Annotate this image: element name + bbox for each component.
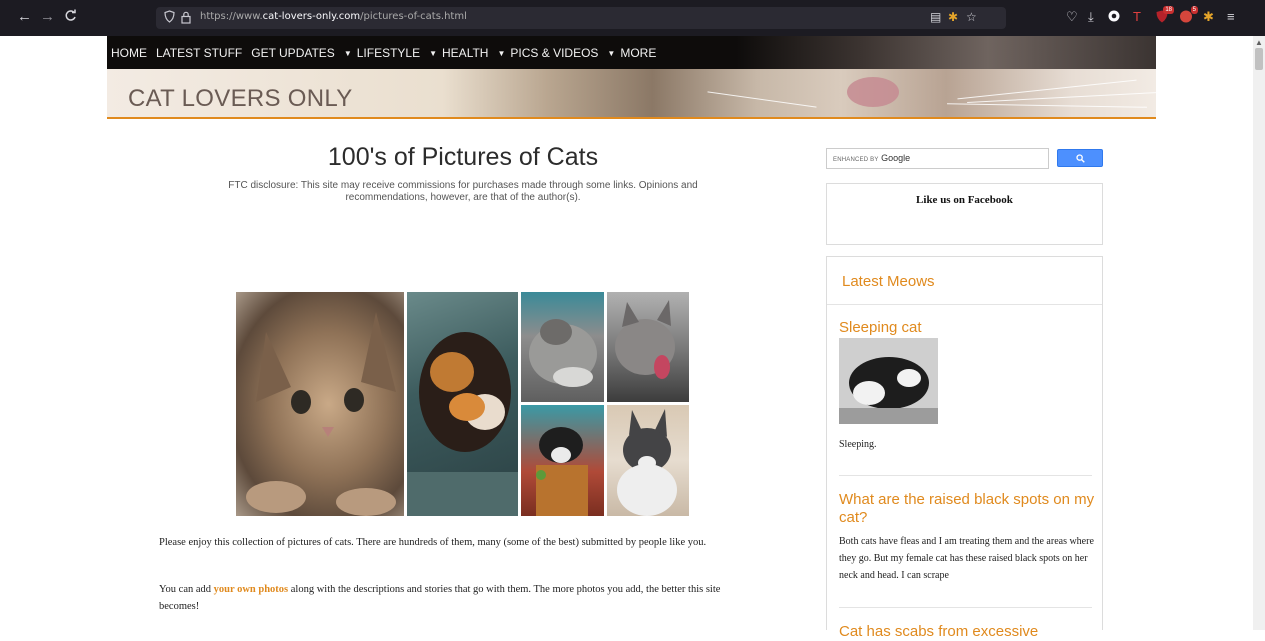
banner-cat-nose: [847, 77, 899, 107]
site-header-banner: CAT LOVERS ONLY: [107, 69, 1156, 119]
caret-down-icon: ▼: [343, 49, 352, 58]
search-button[interactable]: [1057, 149, 1103, 167]
browser-toolbar: ← → https://www.cat-lovers-only.com/pict…: [0, 0, 1265, 36]
add-photos-paragraph: You can add your own photos along with t…: [159, 584, 721, 612]
divider: [839, 607, 1092, 608]
latest-meows-heading: Latest Meows: [842, 273, 935, 290]
post-excerpt-sleeping-cat: Sleeping.: [839, 439, 877, 450]
download-icon[interactable]: ⤓: [1088, 10, 1094, 24]
tracking-shield-icon[interactable]: [164, 10, 175, 26]
nav-background-image: [736, 36, 1156, 69]
post-title-raised-black-spots[interactable]: What are the raised black spots on my ca…: [839, 491, 1097, 527]
text-extension-icon[interactable]: T: [1133, 10, 1141, 24]
nav-lifestyle[interactable]: ▼ LIFESTYLE: [344, 46, 420, 60]
post-title-sleeping-cat[interactable]: Sleeping cat: [839, 319, 1097, 337]
cat-photo-grey-fluffy[interactable]: [521, 292, 604, 402]
scroll-up-icon[interactable]: ▲: [1255, 38, 1263, 47]
banner-whisker: [957, 79, 1137, 100]
ublock-icon[interactable]: 18: [1156, 6, 1174, 26]
cat-photo-collage[interactable]: [236, 292, 689, 516]
facebook-like-label[interactable]: Like us on Facebook: [827, 194, 1102, 206]
pocket-icon[interactable]: ♡: [1066, 10, 1078, 24]
banner-whisker: [947, 103, 1147, 108]
ftc-disclosure: FTC disclosure: This site may receive co…: [228, 180, 698, 203]
extension-icon[interactable]: ✱: [948, 10, 958, 24]
menu-icon[interactable]: ≡: [1227, 10, 1235, 24]
reload-button[interactable]: [64, 9, 77, 26]
nav-more[interactable]: ▼ MORE: [607, 46, 656, 60]
latest-meows-panel: Latest Meows Sleeping cat Sleeping. What…: [826, 256, 1103, 640]
caret-down-icon: ▼: [497, 49, 506, 58]
post-title-scabs[interactable]: Cat has scabs from excessive: [839, 623, 1097, 641]
adblock-icon[interactable]: 5: [1180, 6, 1198, 26]
account-icon[interactable]: [1108, 10, 1120, 25]
cat-photo-grey-white[interactable]: [607, 405, 689, 516]
reload-icon: [65, 9, 76, 21]
nav-latest-stuff[interactable]: LATEST STUFF: [156, 46, 242, 60]
divider: [839, 475, 1092, 476]
facebook-widget: Like us on Facebook: [826, 183, 1103, 245]
your-own-photos-link[interactable]: your own photos: [214, 584, 289, 595]
nav-get-updates[interactable]: GET UPDATES: [251, 46, 335, 60]
page-title: 100's of Pictures of Cats: [327, 143, 599, 171]
nav-pics-videos[interactable]: ▼ PICS & VIDEOS: [497, 46, 598, 60]
nav-health[interactable]: ▼ HEALTH: [429, 46, 488, 60]
url-text[interactable]: https://www.cat-lovers-only.com/pictures…: [200, 11, 467, 22]
extension-puzzle-icon[interactable]: ✱: [1203, 10, 1214, 24]
bookmark-star-icon[interactable]: ☆: [966, 10, 977, 24]
adblock-badge: 5: [1190, 6, 1198, 14]
back-button[interactable]: ←: [17, 9, 32, 25]
post-thumbnail-sleeping-cat[interactable]: [839, 338, 938, 424]
scrollbar-thumb[interactable]: [1255, 48, 1263, 70]
site-logo-text[interactable]: CAT LOVERS ONLY: [128, 85, 353, 113]
cat-photo-black-white-bag[interactable]: [521, 405, 604, 516]
nav-home[interactable]: HOME: [111, 46, 147, 60]
site-navigation: HOME LATEST STUFF GET UPDATES ▼ LIFESTYLE…: [107, 36, 1156, 69]
cat-photo-calico[interactable]: [407, 292, 518, 516]
ublock-badge: 18: [1163, 6, 1174, 14]
search-input[interactable]: ENHANCED BY Google: [826, 148, 1049, 169]
cat-photo-grey-yawning[interactable]: [607, 292, 689, 402]
post-excerpt-raised-black-spots: Both cats have fleas and I am treating t…: [839, 536, 1094, 581]
reader-view-icon[interactable]: ▤: [930, 10, 941, 24]
banner-whisker: [707, 91, 817, 108]
caret-down-icon: ▼: [429, 49, 438, 58]
cat-photo-tabby-kitten[interactable]: [236, 292, 404, 516]
page-scrollbar[interactable]: ▲: [1253, 36, 1265, 630]
forward-button[interactable]: →: [40, 9, 55, 25]
intro-paragraph: Please enjoy this collection of pictures…: [159, 537, 707, 548]
divider: [827, 304, 1102, 305]
search-placeholder: ENHANCED BY Google: [833, 153, 911, 163]
caret-down-icon: ▼: [607, 49, 616, 58]
lock-icon[interactable]: [181, 11, 191, 24]
search-icon: [1075, 154, 1085, 163]
url-bar[interactable]: https://www.cat-lovers-only.com/pictures…: [156, 7, 1006, 29]
